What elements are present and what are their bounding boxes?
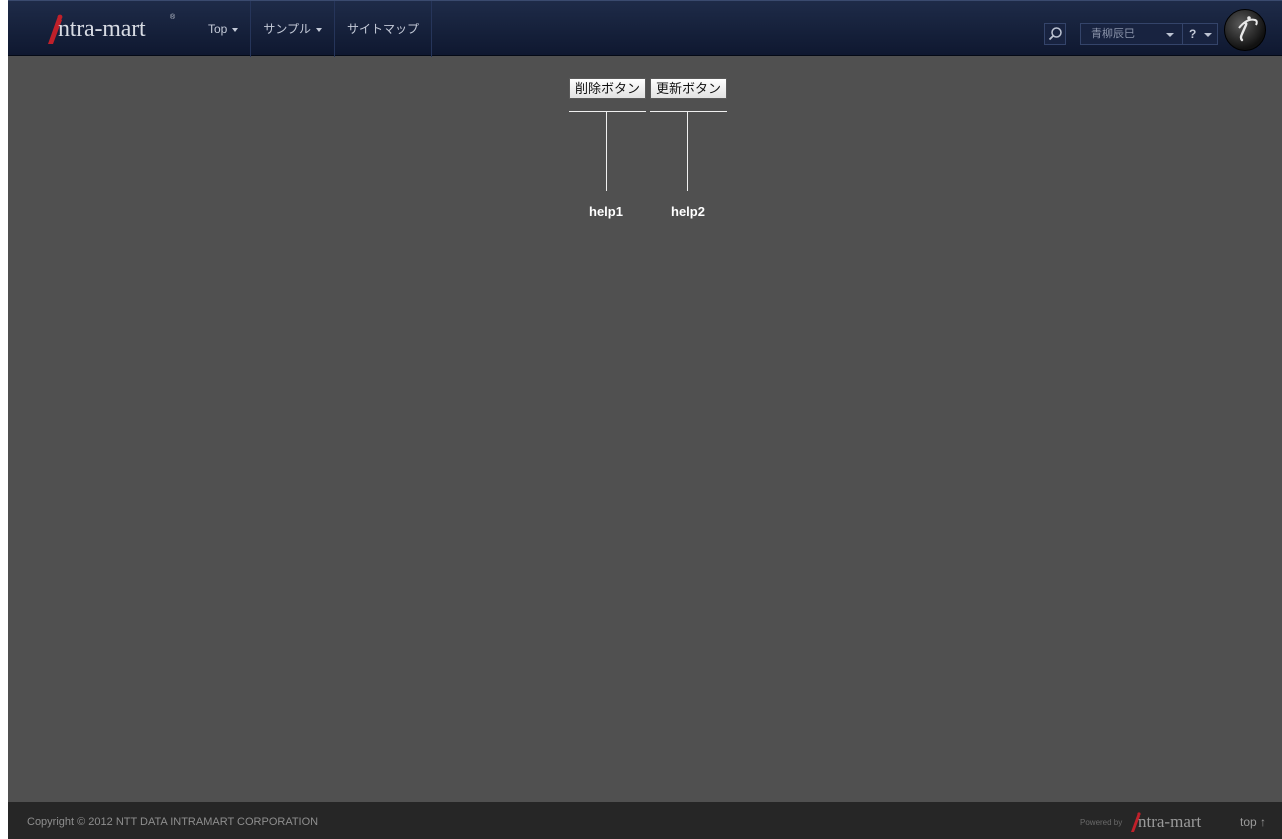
logo-registered-mark: ® [170,14,176,21]
global-footer: Copyright © 2012 NTT DATA INTRAMART CORP… [8,802,1282,839]
chevron-down-icon [1166,33,1174,37]
chevron-down-icon [232,27,239,32]
help1-pointer-line [606,112,607,191]
help1-label: help1 [589,204,623,219]
global-nav: Top サンプル サイトマップ [196,1,433,57]
nav-item-sample[interactable]: サンプル [251,1,335,57]
emblem-i-icon [1238,16,1258,42]
user-menu-button[interactable]: 青柳辰巳 [1080,23,1184,45]
nav-item-label: サイトマップ [347,22,420,36]
footer-logo-text: ntra-mart [1138,812,1202,831]
intra-mart-emblem-icon[interactable] [1224,9,1266,51]
search-icon [1048,27,1062,41]
nav-item-label: サンプル [263,22,311,36]
chevron-down-icon [1204,33,1212,37]
nav-item-top[interactable]: Top [196,1,252,57]
user-name: 青柳辰巳 [1091,28,1135,40]
help2-label: help2 [671,204,705,219]
help1-connector-line [569,111,646,112]
help2-pointer-line [687,112,688,191]
help-label: ? [1189,27,1197,41]
delete-button[interactable]: 削除ボタン [569,78,646,99]
copyright-text: Copyright © 2012 NTT DATA INTRAMART CORP… [27,816,319,828]
update-button[interactable]: 更新ボタン [650,78,727,99]
chevron-down-icon [316,27,322,32]
help2-connector-line [650,111,727,112]
nav-item-label: Top [208,22,228,36]
back-to-top-link[interactable]: top ↑ [1240,815,1266,829]
nav-item-sitemap[interactable]: サイトマップ [335,1,433,57]
app-frame: ntra-mart ® Top サンプル サイトマップ 青柳辰巳 ? 削除ボタン… [8,0,1282,839]
powered-by-text: Powered by [1080,818,1123,827]
global-header: ntra-mart ® Top サンプル サイトマップ 青柳辰巳 ? [8,0,1282,57]
help-menu-button[interactable]: ? [1182,23,1218,45]
logo-text: ntra-mart [58,16,146,42]
search-button[interactable] [1044,23,1066,45]
